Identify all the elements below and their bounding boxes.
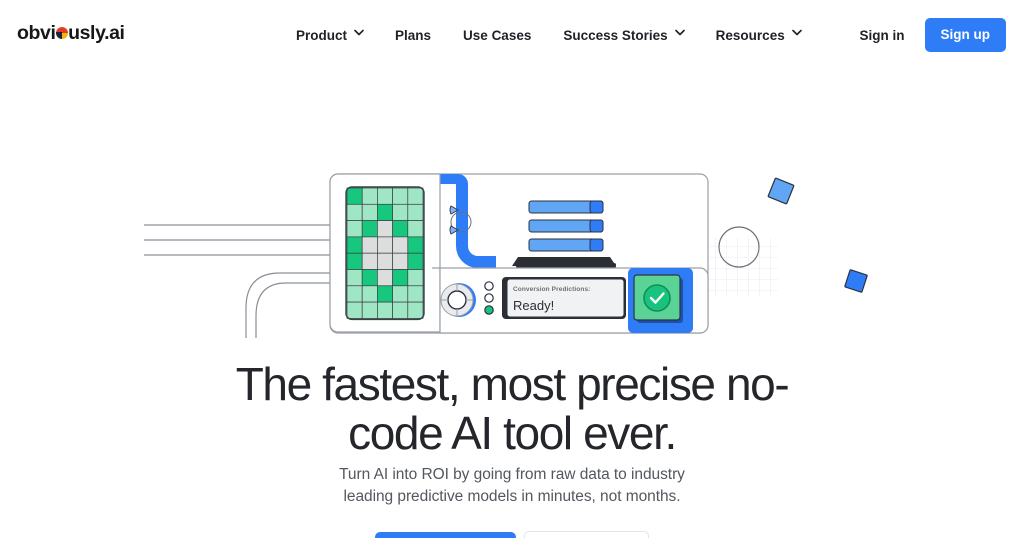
heatmap-cell [346, 236, 363, 254]
heatmap-cell [392, 269, 409, 287]
headline-line-2: code AI tool ever. [348, 407, 677, 459]
nav-item-success-stories-label: Success Stories [563, 27, 668, 43]
heatmap-cell [361, 301, 378, 319]
logo-text-prefix: obvi [17, 22, 56, 44]
heatmap-cell [346, 285, 363, 303]
screen-label: Conversion Predictions: [513, 286, 591, 293]
dial-control [440, 283, 476, 317]
heatmap-cell [346, 187, 363, 205]
brand-logo[interactable]: obvi usly.ai [17, 22, 125, 45]
top-navigation-bar: obvi usly.ai Product Plans Use Cases Succ… [0, 0, 1024, 70]
heatmap-cell [377, 252, 393, 270]
sign-in-link[interactable]: Sign in [840, 28, 925, 43]
screen-status: Ready! [513, 298, 555, 313]
heatmap-cell [392, 203, 409, 221]
cta-button-row: Try for free Learn More [0, 531, 1024, 538]
heatmap-cell [377, 220, 393, 238]
logo-text-suffix: usly.ai [68, 22, 125, 44]
prediction-heatmap-grid [345, 186, 425, 321]
heatmap-cell [361, 269, 378, 287]
heatmap-cell [346, 203, 363, 221]
heatmap-cell [346, 269, 363, 287]
heatmap-cell [392, 220, 409, 238]
nav-item-product[interactable]: Product [280, 28, 379, 43]
heatmap-cell [377, 301, 393, 319]
heatmap-cell [392, 301, 409, 319]
heatmap-cell [361, 203, 378, 221]
heatmap-cell [392, 252, 409, 270]
decorative-square-dark [844, 269, 868, 293]
status-indicator-leds [484, 281, 494, 315]
subhead-line-2: leading predictive models in minutes, no… [343, 488, 681, 505]
heatmap-cell [346, 252, 363, 270]
main-nav-links: Product Plans Use Cases Success Stories … [280, 0, 817, 70]
heatmap-cell [392, 285, 409, 303]
learn-more-button[interactable]: Learn More [523, 531, 650, 538]
heatmap-cell [377, 187, 393, 205]
nav-actions: Sign in Sign up [840, 0, 1006, 70]
heatmap-cell [407, 220, 424, 238]
page-subtitle: Turn AI into ROI by going from raw data … [0, 464, 1024, 508]
heatmap-cell [392, 187, 409, 205]
success-button [628, 268, 693, 333]
logo-mark-icon [55, 27, 68, 39]
sign-up-button[interactable]: Sign up [924, 18, 1006, 52]
progress-bars [528, 200, 604, 252]
heatmap-cell [361, 187, 378, 205]
heatmap-cell [377, 203, 393, 221]
chevron-down-icon [354, 29, 364, 38]
decorative-square-light [767, 177, 795, 205]
heatmap-cell [407, 269, 424, 287]
screen-text-block: Conversion Predictions: Ready! [513, 285, 623, 314]
heatmap-cell [407, 203, 424, 221]
nav-item-success-stories[interactable]: Success Stories [547, 28, 699, 43]
hero-section: Conversion Predictions: Ready! The faste… [0, 70, 1024, 538]
headline-line-1: The fastest, most precise no- [235, 358, 790, 410]
heatmap-cell [346, 301, 363, 319]
nav-item-use-cases-label: Use Cases [463, 27, 532, 43]
heatmap-cell [377, 236, 393, 254]
heatmap-cell [361, 220, 378, 238]
nav-item-resources-label: Resources [715, 27, 785, 43]
heatmap-cell [407, 252, 424, 270]
cable-lines [144, 224, 332, 338]
nav-item-use-cases[interactable]: Use Cases [447, 28, 547, 43]
heatmap-cell [377, 269, 393, 287]
hero-illustration: Conversion Predictions: Ready! [0, 70, 1024, 338]
heatmap-cell [346, 220, 363, 238]
heatmap-cell [407, 285, 424, 303]
heatmap-cell [407, 187, 424, 205]
chevron-down-icon [791, 29, 802, 38]
heatmap-cell [361, 236, 378, 254]
nav-item-plans[interactable]: Plans [379, 28, 447, 43]
try-for-free-button[interactable]: Try for free [374, 532, 516, 538]
heatmap-cell [361, 285, 378, 303]
heatmap-cell [377, 285, 393, 303]
heatmap-cell [407, 236, 424, 254]
heatmap-cell [407, 301, 424, 319]
nav-item-resources[interactable]: Resources [700, 28, 817, 43]
nav-item-product-label: Product [296, 27, 348, 43]
page-title: The fastest, most precise no- code AI to… [0, 360, 1024, 458]
chevron-down-icon [674, 29, 685, 38]
subhead-line-1: Turn AI into ROI by going from raw data … [339, 466, 685, 483]
heatmap-cell [392, 236, 409, 254]
heatmap-cell [361, 252, 378, 270]
nav-item-plans-label: Plans [395, 27, 432, 43]
